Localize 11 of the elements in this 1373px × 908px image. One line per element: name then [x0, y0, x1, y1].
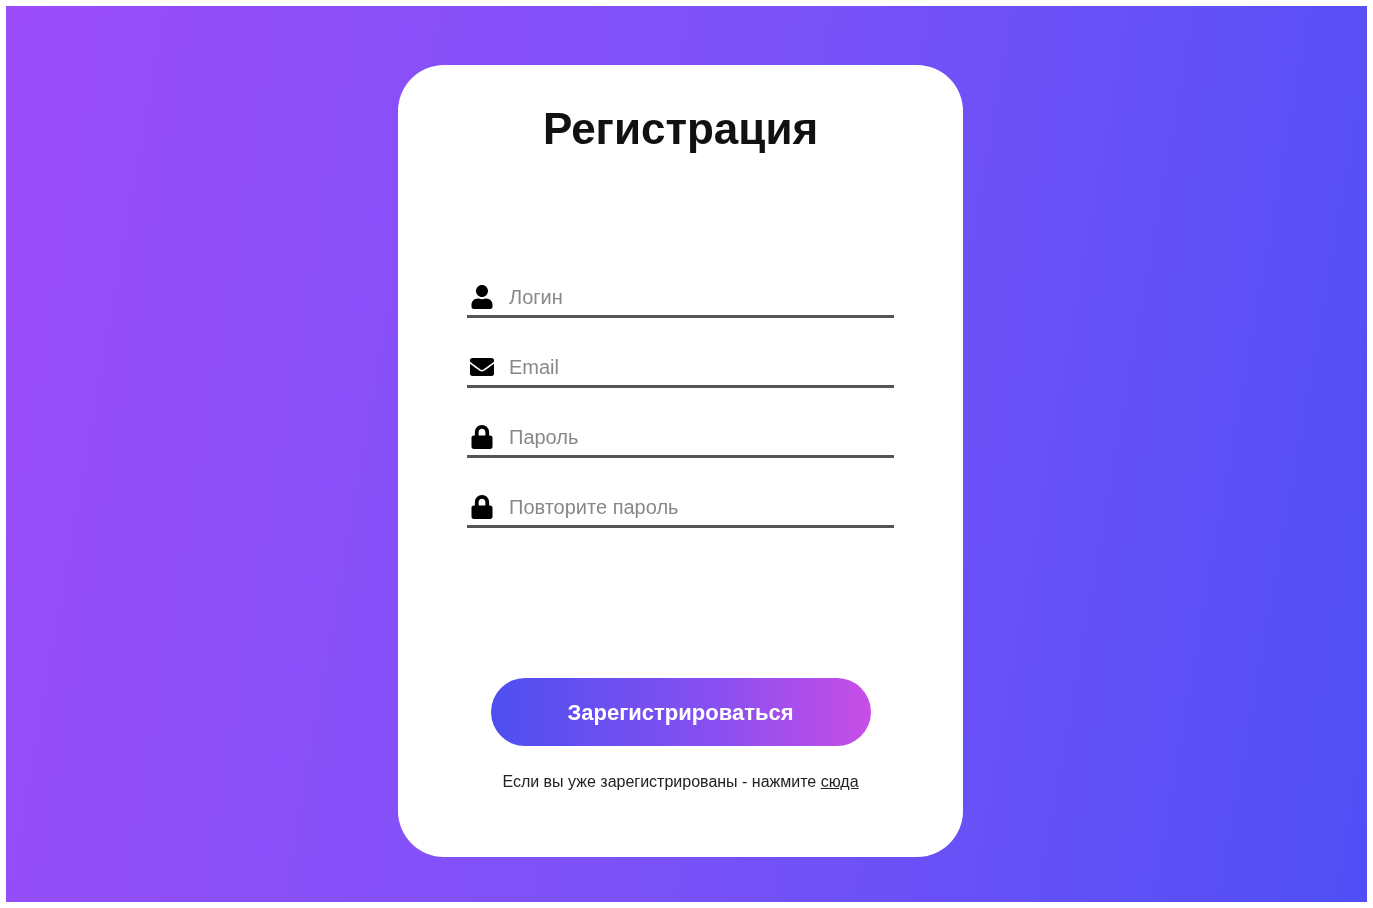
input-field[interactable]: Email	[509, 351, 894, 382]
lock-icon	[469, 424, 495, 449]
input-field[interactable]: Повторите пароль	[509, 491, 894, 522]
input-field[interactable]: Логин	[509, 281, 894, 312]
login-prompt: Если вы уже зарегистрированы - нажмите сюда	[502, 772, 859, 792]
form-title: Регистрация	[542, 103, 819, 155]
user-icon	[469, 284, 495, 309]
lock-icon	[469, 494, 495, 519]
register-button[interactable]: Зарегистрироваться	[490, 678, 871, 746]
login-link[interactable]: сюда	[820, 773, 859, 790]
input-field[interactable]: Пароль	[509, 421, 894, 452]
